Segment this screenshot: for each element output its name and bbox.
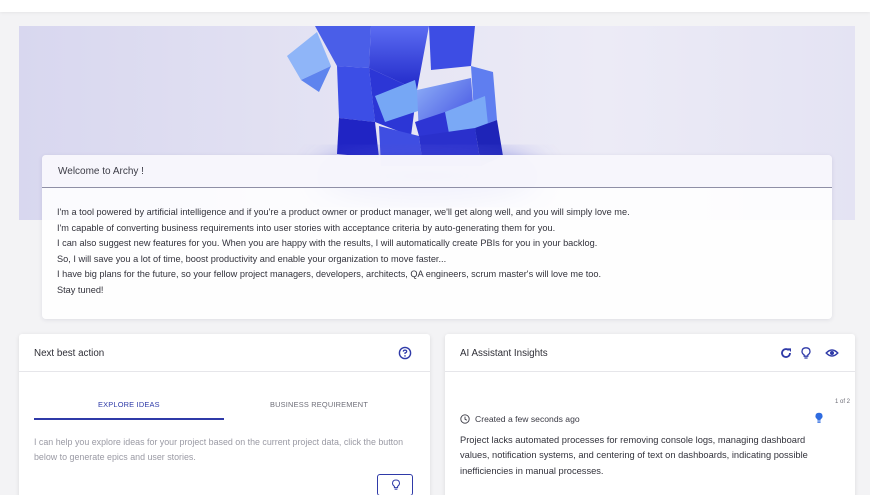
ai-insights-header: AI Assistant Insights bbox=[445, 334, 855, 372]
action-tabs: EXPLORE IDEAS BUSINESS REQUIREMENT bbox=[34, 394, 414, 420]
welcome-line: So, I will save you a lot of time, boost… bbox=[57, 253, 447, 264]
eye-icon[interactable] bbox=[825, 346, 839, 360]
explore-ideas-description: I can help you explore ideas for your pr… bbox=[34, 437, 404, 463]
welcome-line: Stay tuned! bbox=[57, 284, 104, 295]
created-label: Created a few seconds ago bbox=[475, 414, 580, 424]
top-bar bbox=[0, 0, 870, 12]
created-timestamp: Created a few seconds ago bbox=[460, 414, 580, 424]
refresh-icon[interactable] bbox=[779, 346, 793, 360]
next-best-action-title: Next best action bbox=[34, 348, 105, 359]
insight-text: Project lacks automated processes for re… bbox=[460, 435, 808, 476]
welcome-body: I'm a tool powered by artificial intelli… bbox=[42, 188, 832, 299]
welcome-line: I'm capable of converting business requi… bbox=[57, 222, 556, 233]
clock-icon bbox=[460, 414, 470, 424]
next-best-action-card: Next best action EXPLORE IDEAS BUSINESS … bbox=[19, 334, 430, 495]
welcome-line: I have big plans for the future, so your… bbox=[57, 269, 602, 280]
tab-business-requirement[interactable]: BUSINESS REQUIREMENT bbox=[270, 400, 368, 409]
lightbulb-icon[interactable] bbox=[799, 346, 813, 360]
help-circle-icon[interactable] bbox=[398, 346, 412, 360]
lightbulb-icon[interactable] bbox=[814, 412, 824, 424]
next-best-action-header: Next best action bbox=[19, 334, 430, 372]
active-tab-indicator bbox=[34, 418, 224, 420]
ai-insights-title: AI Assistant Insights bbox=[460, 348, 548, 359]
ai-assistant-insights-card: AI Assistant Insights 1 of 2 Created a f… bbox=[445, 334, 855, 495]
welcome-line: I'm a tool powered by artificial intelli… bbox=[57, 207, 630, 217]
generate-ideas-button[interactable] bbox=[377, 474, 413, 495]
welcome-title: Welcome to Archy ! bbox=[42, 155, 832, 188]
welcome-line: I can also suggest new features for you.… bbox=[57, 238, 598, 249]
welcome-panel: Welcome to Archy ! I'm a tool powered by… bbox=[42, 155, 832, 319]
insight-pager: 1 of 2 bbox=[834, 399, 850, 405]
tab-explore-ideas[interactable]: EXPLORE IDEAS bbox=[98, 400, 160, 409]
lightbulb-icon bbox=[391, 479, 401, 490]
